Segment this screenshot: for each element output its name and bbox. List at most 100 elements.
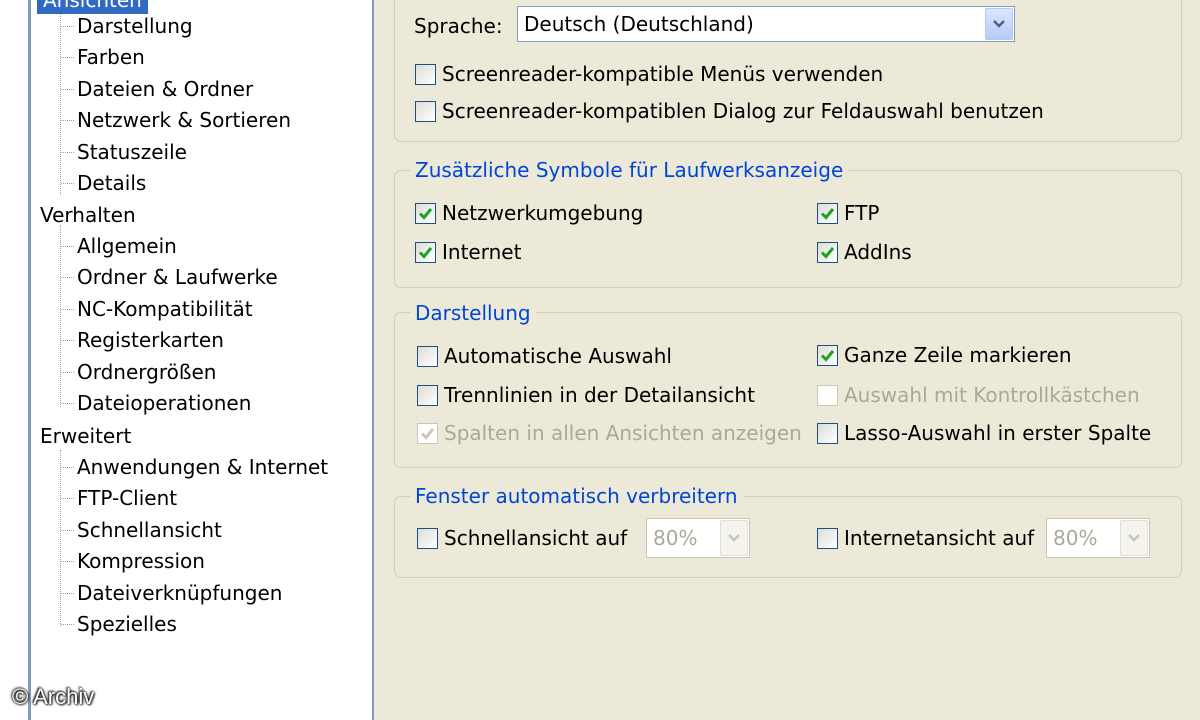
- tree-connector: [61, 151, 74, 153]
- tree-connector: [60, 450, 61, 626]
- columns-all-views-checkbox[interactable]: [417, 422, 438, 444]
- tree-item[interactable]: Darstellung: [77, 11, 193, 41]
- tree-item[interactable]: Ordnergrößen: [77, 357, 216, 387]
- webview-percent-value: 80%: [1053, 526, 1098, 550]
- tree-connector: [61, 498, 74, 500]
- copyright-watermark: © Archiv: [12, 684, 95, 709]
- columns-all-views-option[interactable]: Spalten in allen Ansichten anzeigen: [417, 419, 802, 447]
- full-row-option[interactable]: Ganze Zeile markieren: [817, 341, 1072, 369]
- tree-item[interactable]: Netzwerk & Sortieren: [77, 105, 291, 135]
- quickview-checkbox[interactable]: [417, 527, 438, 549]
- tree-connector: [61, 183, 74, 184]
- tree-group-erweitert[interactable]: Erweitert: [40, 421, 131, 451]
- screenreader-menus-label: Screenreader-kompatible Menüs verwenden: [442, 62, 884, 86]
- tree-connector: [61, 57, 74, 59]
- quickview-option[interactable]: Schnellansicht auf: [417, 524, 627, 552]
- tree-connector: [61, 561, 74, 563]
- tree-item[interactable]: Statuszeile: [77, 137, 187, 167]
- tree-item[interactable]: Kompression: [77, 546, 205, 576]
- webview-percent-select[interactable]: 80%: [1046, 518, 1150, 558]
- tree-item[interactable]: Spezielles: [77, 609, 177, 639]
- checkbox-select-checkbox[interactable]: [817, 384, 838, 406]
- drive-symbols-group: [394, 170, 1182, 288]
- language-label: Sprache:: [414, 14, 503, 38]
- tree-group-verhalten[interactable]: Verhalten: [40, 200, 136, 230]
- network-option[interactable]: Netzwerkumgebung: [415, 199, 643, 227]
- lasso-label: Lasso-Auswahl in erster Spalte: [844, 421, 1152, 445]
- network-label: Netzwerkumgebung: [442, 201, 644, 225]
- tree-connector: [61, 308, 74, 310]
- tree-connector: [61, 246, 74, 247]
- tree-item[interactable]: Registerkarten: [77, 325, 224, 355]
- gridlines-option[interactable]: Trennlinien in der Detailansicht: [417, 381, 755, 409]
- tree-item[interactable]: Farben: [77, 42, 145, 72]
- webview-option[interactable]: Internetansicht auf: [817, 524, 1034, 552]
- chevron-down-icon[interactable]: [720, 520, 748, 556]
- tree-connector: [60, 225, 61, 407]
- auto-select-checkbox[interactable]: [417, 345, 438, 367]
- chevron-down-icon[interactable]: [1120, 520, 1148, 556]
- ftp-option[interactable]: FTP: [817, 199, 879, 227]
- gridlines-checkbox[interactable]: [417, 384, 438, 406]
- tree-connector: [61, 340, 74, 342]
- full-row-label: Ganze Zeile markieren: [844, 343, 1072, 367]
- tree-item[interactable]: Dateien & Ordner: [77, 74, 253, 104]
- tree-connector: [61, 277, 74, 279]
- tree-connector: [61, 88, 74, 90]
- tree-connector: [61, 403, 74, 404]
- window-expand-title: Fenster automatisch verbreitern: [410, 482, 743, 510]
- webview-checkbox[interactable]: [817, 527, 838, 549]
- tree-item[interactable]: Schnellansicht: [77, 515, 222, 545]
- addins-option[interactable]: AddIns: [817, 238, 912, 266]
- screenreader-dialog-checkbox[interactable]: [415, 100, 436, 122]
- tree-item[interactable]: Allgemein: [77, 231, 177, 261]
- display-title: Darstellung: [410, 299, 536, 327]
- tree-connector: [61, 592, 74, 594]
- internet-option[interactable]: Internet: [415, 238, 521, 266]
- tree-left-border: [28, 0, 31, 720]
- tree-connector: [61, 371, 74, 373]
- tree-connector: [61, 26, 74, 27]
- auto-select-label: Automatische Auswahl: [444, 344, 672, 368]
- addins-checkbox[interactable]: [817, 241, 838, 263]
- full-row-checkbox[interactable]: [817, 344, 838, 366]
- network-checkbox[interactable]: [415, 202, 436, 224]
- gridlines-label: Trennlinien in der Detailansicht: [444, 383, 755, 407]
- tree-item[interactable]: FTP-Client: [77, 483, 177, 513]
- columns-all-views-label: Spalten in allen Ansichten anzeigen: [444, 421, 802, 445]
- checkbox-select-label: Auswahl mit Kontrollkästchen: [844, 383, 1140, 407]
- drive-symbols-title: Zusätzliche Symbole für Laufwerksanzeige: [410, 156, 849, 184]
- chevron-down-icon[interactable]: [985, 8, 1013, 40]
- tree-item[interactable]: Ordner & Laufwerke: [77, 262, 278, 292]
- options-tree: Ansichten Darstellung Farben Dateien & Ord…: [0, 0, 374, 720]
- ftp-checkbox[interactable]: [817, 202, 838, 224]
- tree-item[interactable]: Details: [77, 168, 146, 198]
- tree-item[interactable]: Dateiverknüpfungen: [77, 578, 282, 608]
- tree-item[interactable]: NC-Kompatibilität: [77, 294, 253, 324]
- lasso-checkbox[interactable]: [817, 422, 838, 444]
- screenreader-menus-option[interactable]: Screenreader-kompatible Menüs verwenden: [415, 60, 883, 88]
- language-select-value: Deutsch (Deutschland): [524, 12, 754, 36]
- settings-panel: Sprache: Deutsch (Deutschland) Screenrea…: [374, 0, 1200, 720]
- quickview-percent-value: 80%: [653, 526, 698, 550]
- checkbox-select-option[interactable]: Auswahl mit Kontrollkästchen: [817, 381, 1140, 409]
- tree-connector: [61, 529, 74, 531]
- internet-label: Internet: [442, 240, 522, 264]
- quickview-percent-select[interactable]: 80%: [646, 518, 750, 558]
- quickview-label: Schnellansicht auf: [444, 526, 628, 550]
- tree-connector: [60, 14, 61, 195]
- tree-connector: [61, 467, 74, 468]
- language-select[interactable]: Deutsch (Deutschland): [517, 6, 1015, 42]
- tree-connector: [61, 624, 74, 625]
- screenreader-menus-checkbox[interactable]: [415, 63, 436, 85]
- tree-item[interactable]: Anwendungen & Internet: [77, 452, 328, 482]
- screenreader-dialog-label: Screenreader-kompatiblen Dialog zur Feld…: [442, 99, 1044, 123]
- screenreader-dialog-option[interactable]: Screenreader-kompatiblen Dialog zur Feld…: [415, 97, 1044, 125]
- tree-connector: [61, 120, 74, 122]
- auto-select-option[interactable]: Automatische Auswahl: [417, 342, 672, 370]
- lasso-option[interactable]: Lasso-Auswahl in erster Spalte: [817, 419, 1151, 447]
- tree-item[interactable]: Dateioperationen: [77, 388, 251, 418]
- internet-checkbox[interactable]: [415, 241, 436, 263]
- addins-label: AddIns: [844, 240, 912, 264]
- webview-label: Internetansicht auf: [844, 526, 1035, 550]
